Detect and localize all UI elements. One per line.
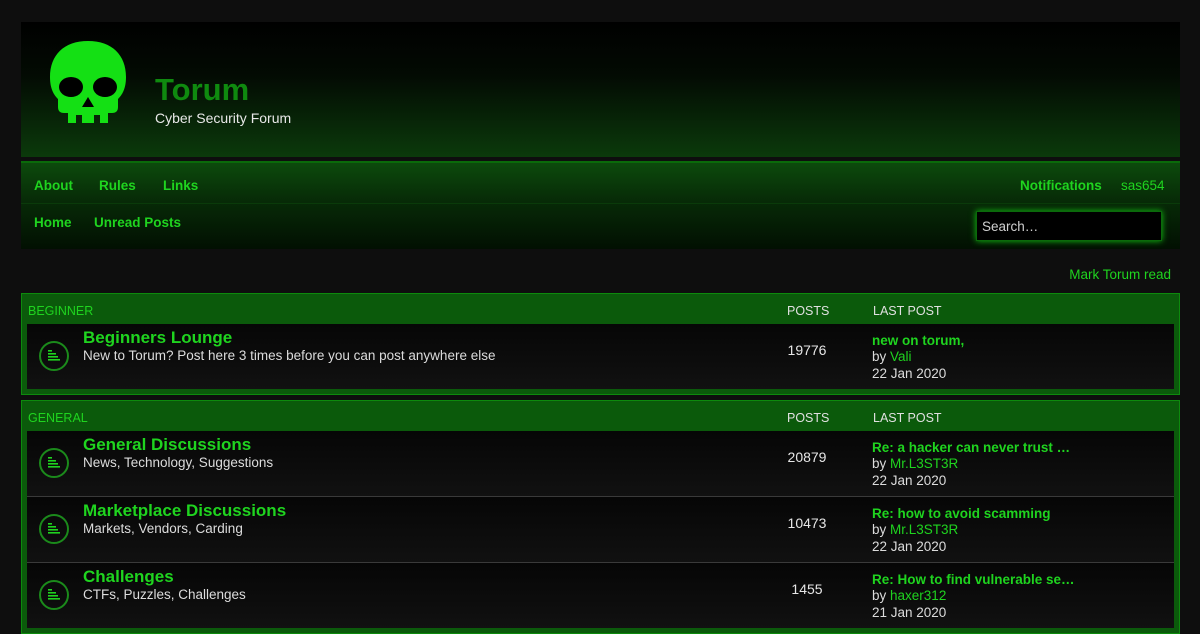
last-post-user-link[interactable]: Mr.L3ST3R: [890, 456, 958, 471]
last-post-user-link[interactable]: Vali: [890, 349, 912, 364]
nav-unread-posts-link[interactable]: Unread Posts: [94, 215, 181, 230]
forum-description: New to Torum? Post here 3 times before y…: [83, 348, 496, 363]
forum-row: General Discussions News, Technology, Su…: [27, 431, 1174, 497]
last-post-author: by Mr.L3ST3R: [872, 522, 958, 537]
last-post-user-link[interactable]: Mr.L3ST3R: [890, 522, 958, 537]
nav-home-link[interactable]: Home: [34, 215, 72, 230]
forum-post-count: 1455: [791, 581, 823, 597]
last-post-author: by Mr.L3ST3R: [872, 456, 958, 471]
last-post-title-link[interactable]: new on torum,: [872, 333, 964, 348]
user-menu-link[interactable]: sas654: [1121, 178, 1165, 193]
site-title[interactable]: Torum: [155, 72, 249, 108]
forum-description: News, Technology, Suggestions: [83, 455, 274, 470]
forum-title-link[interactable]: Marketplace Discussions: [83, 501, 286, 521]
last-post-column-header: LAST POST: [873, 411, 942, 425]
forum-post-count: 19776: [787, 342, 827, 358]
section-header: BEGINNER POSTS LAST POST: [22, 294, 1179, 324]
forum-section-beginner: BEGINNER POSTS LAST POST Beginners Loung…: [21, 293, 1180, 395]
mark-forum-read-link[interactable]: Mark Torum read: [1069, 267, 1171, 282]
forum-read-icon: [39, 341, 69, 371]
section-title[interactable]: GENERAL: [28, 411, 88, 425]
posts-column-header: POSTS: [787, 304, 830, 318]
last-post-by-label: by: [872, 456, 887, 471]
forum-description: Markets, Vendors, Carding: [83, 521, 243, 536]
posts-column-header: POSTS: [787, 411, 830, 425]
section-title[interactable]: BEGINNER: [28, 304, 93, 318]
site-header: Torum Cyber Security Forum: [21, 22, 1180, 157]
last-post-title-link[interactable]: Re: how to avoid scamming: [872, 506, 1051, 521]
last-post-title-link[interactable]: Re: a hacker can never trust …: [872, 440, 1070, 455]
search-input[interactable]: [976, 211, 1162, 241]
nav-about-link[interactable]: About: [34, 178, 73, 193]
last-post-column-header: LAST POST: [873, 304, 942, 318]
skull-icon[interactable]: [46, 39, 130, 129]
last-post-date: 22 Jan 2020: [872, 539, 947, 554]
forum-read-icon: [39, 580, 69, 610]
forum-row: Challenges CTFs, Puzzles, Challenges 145…: [27, 563, 1174, 628]
nav-links-link[interactable]: Links: [163, 178, 198, 193]
last-post-date: 22 Jan 2020: [872, 473, 947, 488]
main-navigation: About Rules Links Notifications sas654 H…: [21, 161, 1180, 249]
forum-title-link[interactable]: Challenges: [83, 567, 174, 587]
forum-post-count: 20879: [787, 449, 827, 465]
forum-title-link[interactable]: General Discussions: [83, 435, 251, 455]
page-wrapper: Torum Cyber Security Forum About Rules L…: [21, 22, 1180, 634]
forum-read-icon: [39, 514, 69, 544]
last-post-date: 22 Jan 2020: [872, 366, 947, 381]
last-post-author: by haxer312: [872, 588, 946, 603]
site-subtitle: Cyber Security Forum: [155, 110, 292, 126]
last-post-user-link[interactable]: haxer312: [890, 588, 946, 603]
section-header: GENERAL POSTS LAST POST: [22, 401, 1179, 431]
forum-title-link[interactable]: Beginners Lounge: [83, 328, 232, 348]
forum-post-count: 10473: [787, 515, 827, 531]
forum-read-icon: [39, 448, 69, 478]
last-post-author: by Vali: [872, 349, 912, 364]
notifications-link[interactable]: Notifications: [1020, 178, 1102, 193]
last-post-title-link[interactable]: Re: How to find vulnerable se…: [872, 572, 1075, 587]
last-post-date: 21 Jan 2020: [872, 605, 947, 620]
forum-row: Marketplace Discussions Markets, Vendors…: [27, 497, 1174, 563]
last-post-by-label: by: [872, 522, 887, 537]
last-post-by-label: by: [872, 349, 887, 364]
forum-section-general: GENERAL POSTS LAST POST General Discussi…: [21, 400, 1180, 634]
nav-rules-link[interactable]: Rules: [99, 178, 136, 193]
forum-description: CTFs, Puzzles, Challenges: [83, 587, 246, 602]
forum-row: Beginners Lounge New to Torum? Post here…: [27, 324, 1174, 389]
last-post-by-label: by: [872, 588, 887, 603]
